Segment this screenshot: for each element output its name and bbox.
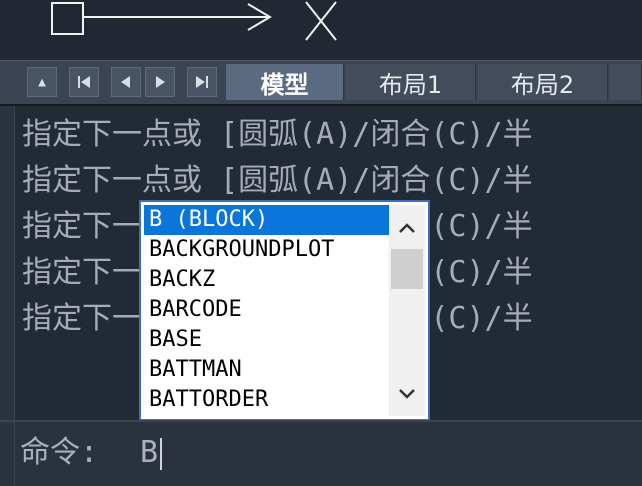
tab-overflow[interactable] <box>610 64 642 100</box>
last-tab-icon[interactable] <box>187 67 217 97</box>
layout-tab-bar: ▲ 模型 布局1 布局2 <box>0 60 642 104</box>
prev-tab-icon[interactable] <box>111 67 141 97</box>
last-tab-glyph <box>196 76 208 88</box>
autocomplete-popup: B (BLOCK) BACKGROUNDPLOT BACKZ BARCODE B… <box>139 200 430 421</box>
chevron-down-icon <box>399 389 415 399</box>
first-tab-icon[interactable] <box>69 67 99 97</box>
scroll-up-arrow-icon[interactable] <box>389 211 425 245</box>
autocomplete-list: B (BLOCK) BACKGROUNDPLOT BACKZ BARCODE B… <box>144 205 389 415</box>
tab-layout2[interactable]: 布局2 <box>478 64 608 100</box>
first-tab-glyph <box>78 76 90 88</box>
autocomplete-item[interactable]: BATTORDER <box>144 385 389 415</box>
next-tab-icon[interactable] <box>145 67 175 97</box>
autocomplete-item[interactable]: BARCODE <box>144 295 389 325</box>
canvas-drawing <box>51 1 337 41</box>
autocomplete-item[interactable]: BASE <box>144 325 389 355</box>
command-input[interactable]: B <box>140 430 158 476</box>
command-prompt: 命令: <box>20 435 99 470</box>
autocomplete-scrollbar[interactable] <box>389 205 425 416</box>
autocomplete-item[interactable]: B (BLOCK) <box>144 205 389 235</box>
square-shape <box>51 2 84 35</box>
autocomplete-item[interactable]: BATTMAN <box>144 355 389 385</box>
drawing-canvas[interactable] <box>0 0 642 60</box>
tab-model[interactable]: 模型 <box>226 64 344 100</box>
autocomplete-item[interactable]: BACKGROUNDPLOT <box>144 235 389 265</box>
scroll-up-icon[interactable]: ▲ <box>27 67 57 97</box>
text-caret <box>160 438 162 470</box>
history-gutter <box>0 106 15 420</box>
autocomplete-item[interactable]: BACKZ <box>144 265 389 295</box>
chevron-up-icon <box>399 223 415 233</box>
scrollbar-thumb[interactable] <box>391 249 423 289</box>
scroll-down-arrow-icon[interactable] <box>389 377 425 411</box>
history-line: 指定下一点或 [圆弧(A)/闭合(C)/半 <box>22 163 533 198</box>
history-line: 指定下一点或 [圆弧(A)/闭合(C)/半 <box>22 117 533 152</box>
cmdline-gutter <box>0 422 15 486</box>
tab-layout1[interactable]: 布局1 <box>346 64 476 100</box>
command-line: 命令: B <box>0 420 642 486</box>
prev-tab-glyph <box>121 76 130 88</box>
next-tab-glyph <box>156 76 165 88</box>
